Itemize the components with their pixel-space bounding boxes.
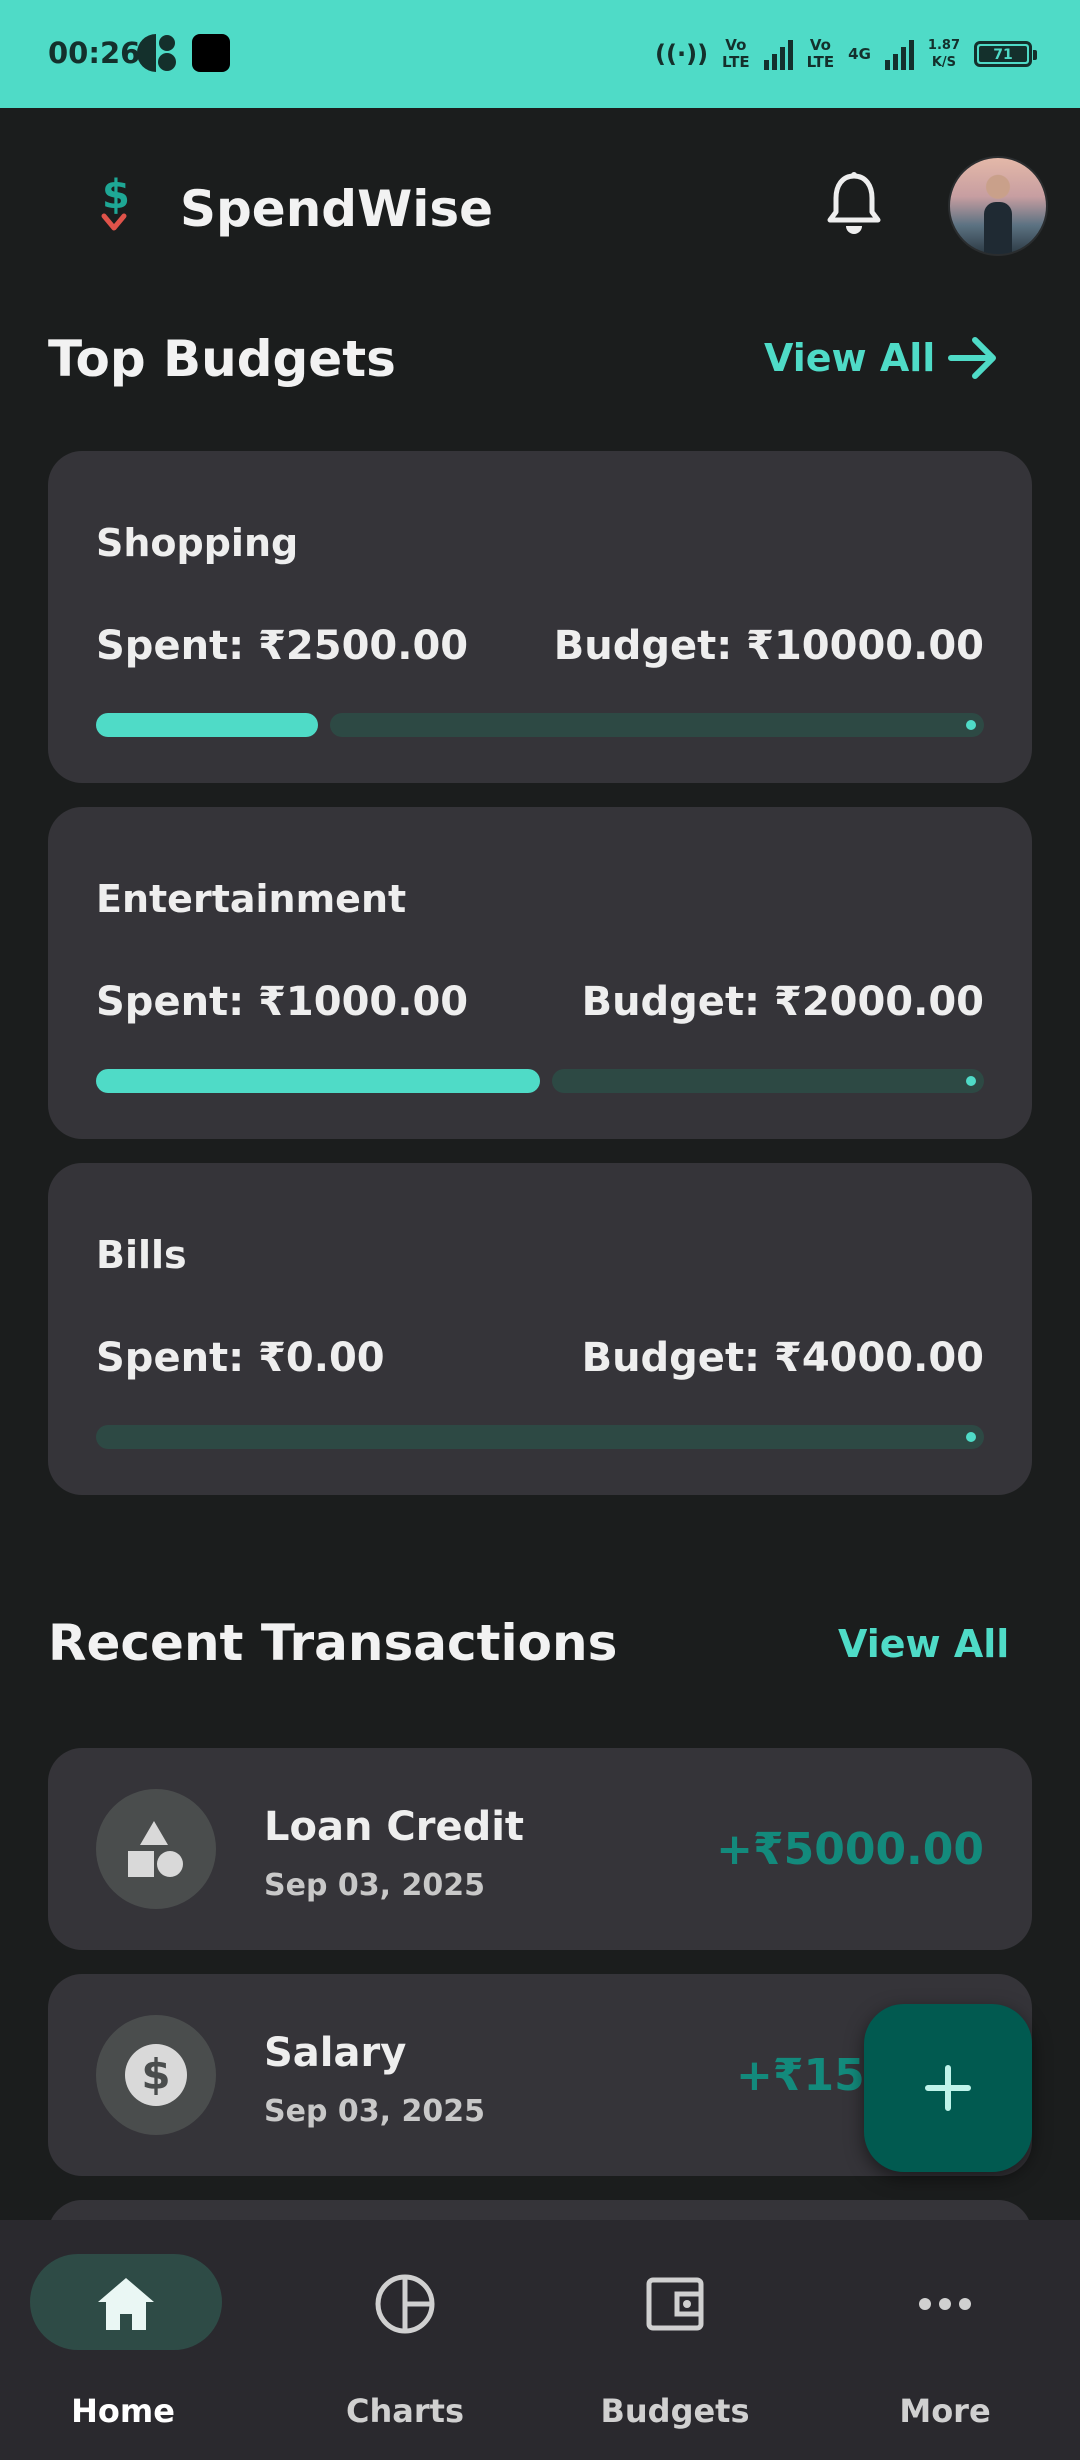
transaction-name: Salary xyxy=(264,2030,407,2076)
app-title: SpendWise xyxy=(180,180,494,238)
user-avatar[interactable] xyxy=(948,156,1048,256)
plus-icon xyxy=(925,2065,971,2111)
home-icon xyxy=(98,2278,154,2330)
budgets-view-all-link[interactable]: View All xyxy=(764,334,999,382)
budget-card-shopping[interactable]: Shopping Spent: ₹2500.00 Budget: ₹10000.… xyxy=(48,451,1032,783)
transaction-item[interactable]: Loan Credit Sep 03, 2025 +₹5000.00 xyxy=(48,1748,1032,1950)
progress-remaining xyxy=(552,1069,984,1093)
dollar-icon: $ xyxy=(96,2015,216,2135)
transaction-date: Sep 03, 2025 xyxy=(264,1868,485,1903)
battery-icon: 71 xyxy=(974,41,1037,67)
network-type-label: 4G xyxy=(848,44,871,63)
nav-label: More xyxy=(899,2392,991,2430)
nav-label: Home xyxy=(71,2392,175,2430)
nav-budgets[interactable]: Budgets xyxy=(540,2220,810,2460)
shapes-icon xyxy=(96,1789,216,1909)
arrow-right-icon xyxy=(948,337,997,379)
budget-spent: Spent: ₹2500.00 xyxy=(96,623,469,669)
bottom-navigation: Home Charts Budgets More xyxy=(0,2220,1080,2460)
budget-limit: Budget: ₹2000.00 xyxy=(581,979,984,1025)
budget-card-entertainment[interactable]: Entertainment Spent: ₹1000.00 Budget: ₹2… xyxy=(48,807,1032,1139)
more-icon xyxy=(919,2298,971,2310)
progress-remaining xyxy=(96,1425,984,1449)
status-bar: 00:26 ((·)) Vo LTE Vo LTE 4G 1.87 K/S 71 xyxy=(0,0,1080,108)
progress-fill xyxy=(96,1069,540,1093)
transaction-date: Sep 03, 2025 xyxy=(264,2094,485,2129)
add-transaction-button[interactable] xyxy=(864,2004,1032,2172)
budget-name: Entertainment xyxy=(96,877,407,921)
app-notification-icon-2 xyxy=(192,34,230,72)
signal-icon-1 xyxy=(763,38,793,70)
dollar-logo-icon: $ xyxy=(101,172,130,231)
budget-name: Shopping xyxy=(96,521,299,565)
status-time: 00:26 xyxy=(48,36,141,70)
nav-label: Charts xyxy=(346,2392,464,2430)
notification-bell-icon[interactable] xyxy=(822,170,886,238)
budget-limit: Budget: ₹4000.00 xyxy=(581,1335,984,1381)
volte-label-2: Vo LTE xyxy=(806,36,835,71)
view-all-label: View All xyxy=(764,336,936,380)
wallet-icon xyxy=(646,2277,704,2331)
transactions-view-all-link[interactable]: View All xyxy=(838,1622,1009,1666)
signal-icon-2 xyxy=(884,38,914,70)
budget-spent: Spent: ₹0.00 xyxy=(96,1335,385,1381)
budget-progress-bar xyxy=(96,1425,984,1449)
budget-name: Bills xyxy=(96,1233,187,1277)
budget-progress-bar xyxy=(96,1069,984,1093)
network-speed: 1.87 K/S xyxy=(927,38,960,70)
hotspot-icon: ((·)) xyxy=(655,40,709,68)
transaction-name: Loan Credit xyxy=(264,1804,525,1850)
nav-label: Budgets xyxy=(600,2392,750,2430)
nav-charts[interactable]: Charts xyxy=(270,2220,540,2460)
nav-home[interactable]: Home xyxy=(0,2220,270,2460)
svg-text:$: $ xyxy=(102,172,130,218)
progress-remaining xyxy=(330,713,984,737)
transaction-amount: +₹5000.00 xyxy=(716,1824,984,1875)
progress-fill xyxy=(96,713,318,737)
top-budgets-title: Top Budgets xyxy=(48,330,396,388)
recent-transactions-title: Recent Transactions xyxy=(48,1614,618,1672)
nav-more[interactable]: More xyxy=(810,2220,1080,2460)
budget-spent: Spent: ₹1000.00 xyxy=(96,979,469,1025)
view-all-label: View All xyxy=(838,1622,1010,1666)
app-notification-icon xyxy=(137,34,176,72)
volte-label-1: Vo LTE xyxy=(722,36,750,71)
svg-text:$: $ xyxy=(141,2050,170,2099)
battery-level: 71 xyxy=(979,46,1027,63)
pie-chart-icon xyxy=(375,2274,435,2334)
budget-card-bills[interactable]: Bills Spent: ₹0.00 Budget: ₹4000.00 xyxy=(48,1163,1032,1495)
budget-limit: Budget: ₹10000.00 xyxy=(553,623,984,669)
budget-progress-bar xyxy=(96,713,984,737)
